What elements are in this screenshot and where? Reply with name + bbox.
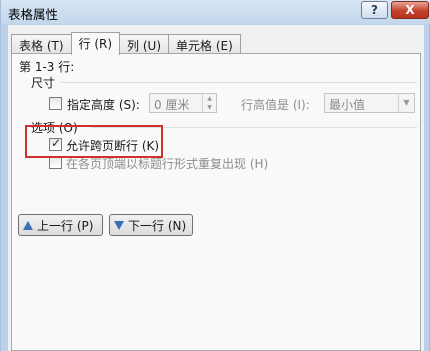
chevron-down-icon[interactable]: ▼ <box>398 94 414 112</box>
tab-table[interactable]: 表格 (T) <box>11 34 72 54</box>
height-rule-label: 行高值是 (I): <box>241 98 310 112</box>
help-icon: ? <box>371 3 378 17</box>
dialog-window: 表格属性 ? X 表格 (T) 行 (R) 列 (U) 单元格 (E) 第 1-… <box>0 0 430 351</box>
help-button[interactable]: ? <box>361 1 388 19</box>
specify-height-label: 指定高度 (S): <box>67 98 140 112</box>
size-section-label: 尺寸 <box>31 76 56 90</box>
height-spinner[interactable]: 0 厘米 ▲ ▼ <box>149 93 217 113</box>
size-divider <box>61 82 417 83</box>
prev-row-button[interactable]: 上一行 (P) <box>18 214 103 236</box>
arrow-up-icon <box>23 220 33 230</box>
arrow-down-icon <box>114 220 124 230</box>
close-button[interactable]: X <box>391 1 429 19</box>
close-icon: X <box>405 3 415 17</box>
tab-strip: 表格 (T) 行 (R) 列 (U) 单元格 (E) <box>11 32 241 55</box>
tab-column[interactable]: 列 (U) <box>119 34 170 54</box>
title-bar: 表格属性 ? X <box>1 0 430 24</box>
spinner-arrows[interactable]: ▲ ▼ <box>202 94 216 112</box>
specify-height-checkbox[interactable] <box>49 97 62 110</box>
row-tab-panel: 第 1-3 行: 尺寸 指定高度 (S): 0 厘米 ▲ ▼ 行高值是 (I):… <box>11 53 421 351</box>
annotation-highlight-box <box>25 125 163 158</box>
spin-up-icon[interactable]: ▲ <box>203 94 216 103</box>
next-row-label: 下一行 (N) <box>128 218 187 233</box>
spin-down-icon[interactable]: ▼ <box>203 103 216 112</box>
height-rule-select[interactable]: 最小值 ▼ <box>324 93 415 113</box>
prev-row-label: 上一行 (P) <box>37 218 94 233</box>
tab-cell[interactable]: 单元格 (E) <box>168 34 241 54</box>
rows-range-label: 第 1-3 行: <box>19 60 75 74</box>
height-rule-value: 最小值 <box>329 98 366 112</box>
height-value: 0 厘米 <box>154 98 190 112</box>
next-row-button[interactable]: 下一行 (N) <box>109 214 193 236</box>
dialog-body: 表格 (T) 行 (R) 列 (U) 单元格 (E) 第 1-3 行: 尺寸 指… <box>8 25 424 351</box>
tab-row[interactable]: 行 (R) <box>70 32 121 55</box>
dialog-title: 表格属性 <box>8 7 59 22</box>
